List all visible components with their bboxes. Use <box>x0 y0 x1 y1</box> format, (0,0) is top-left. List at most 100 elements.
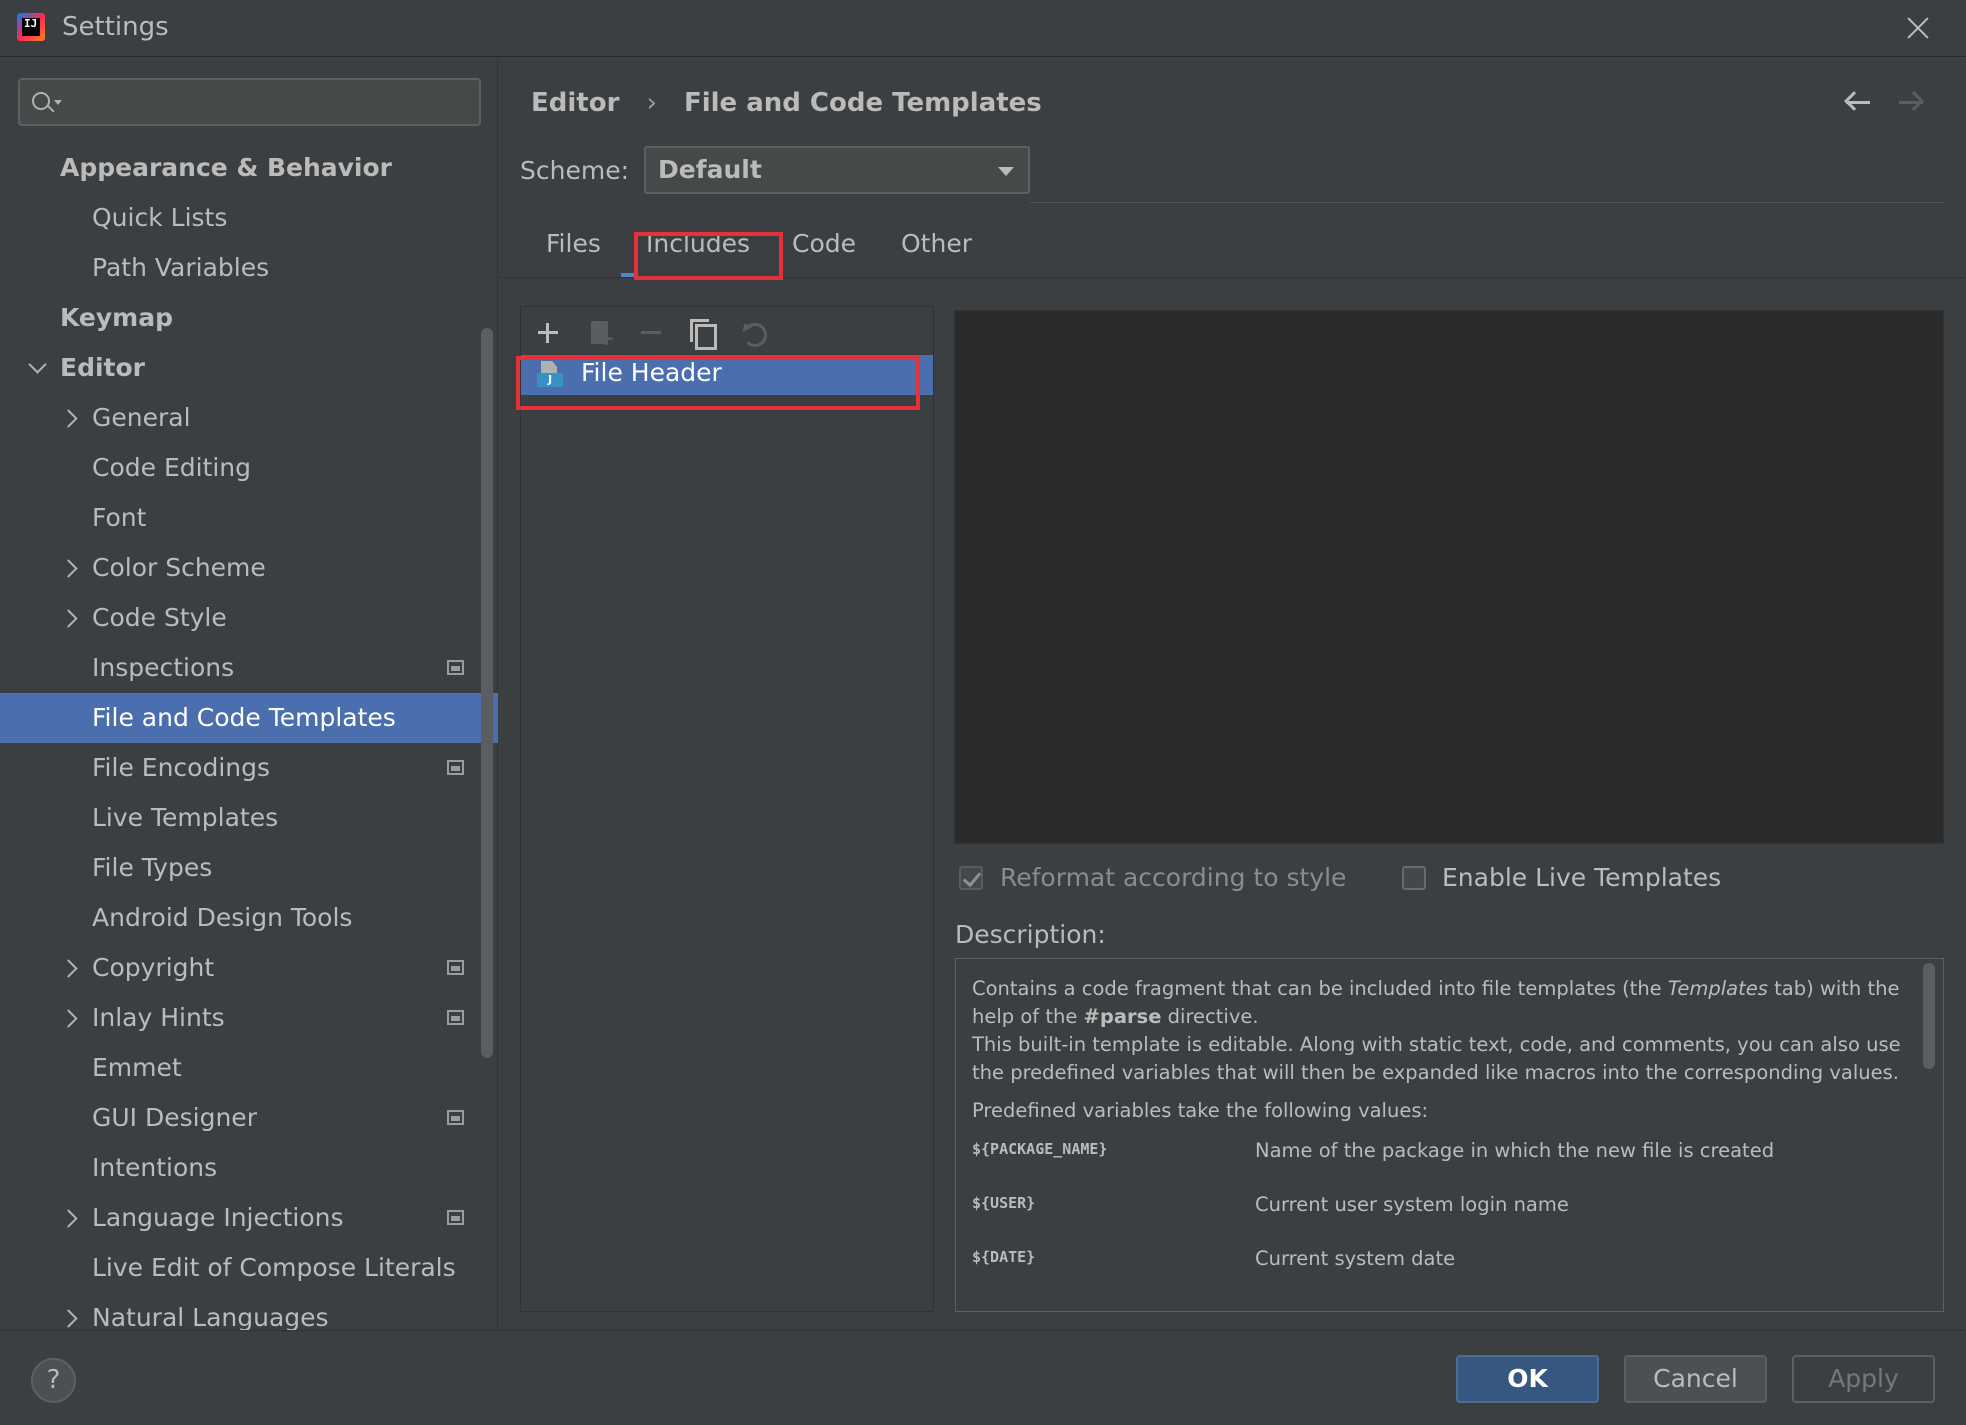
sidebar-item-copyright[interactable]: Copyright <box>0 943 480 993</box>
description-paragraph: Contains a code fragment that can be inc… <box>972 975 1912 1087</box>
description-italic: Templates <box>1667 977 1768 1000</box>
close-icon[interactable] <box>1900 10 1936 46</box>
cancel-button[interactable]: Cancel <box>1624 1355 1767 1403</box>
back-arrow-icon[interactable] <box>1842 88 1874 118</box>
live-templates-label: Enable Live Templates <box>1442 863 1722 892</box>
template-label: File Header <box>581 358 722 387</box>
chevron-right-icon[interactable] <box>58 943 78 993</box>
sidebar-item-label: Keymap <box>60 303 174 332</box>
sidebar-item-code-editing[interactable]: Code Editing <box>0 443 480 493</box>
description-text: Contains a code fragment that can be inc… <box>972 975 1912 1297</box>
sidebar-item-label: Inspections <box>92 653 235 682</box>
active-tab-indicator <box>621 273 635 277</box>
reformat-checkbox[interactable] <box>959 866 983 890</box>
description-text-part: Contains a code fragment that can be inc… <box>972 977 1668 1000</box>
variable-name: ${USER} <box>972 1194 1036 1212</box>
template-tabs: Files Includes Code Other <box>499 218 1966 278</box>
sidebar-item-editor[interactable]: Editor <box>0 343 480 393</box>
search-input[interactable] <box>72 86 472 118</box>
forward-arrow-icon[interactable] <box>1895 88 1927 118</box>
sidebar-item-label: Language Injections <box>92 1203 344 1232</box>
sidebar-item-label: General <box>92 403 191 432</box>
breadcrumb: Editor › File and Code Templates <box>531 88 1060 118</box>
minus-icon[interactable] <box>632 314 668 350</box>
chevron-right-icon[interactable] <box>58 543 78 593</box>
description-scrollbar[interactable] <box>1923 963 1935 1069</box>
settings-content: Editor › File and Code Templates Scheme:… <box>499 58 1966 1330</box>
chevron-right-icon[interactable] <box>58 393 78 443</box>
sidebar-item-keymap[interactable]: Keymap <box>0 293 480 343</box>
search-icon <box>32 92 50 110</box>
sidebar-item-quick-lists[interactable]: Quick Lists <box>0 193 480 243</box>
divider <box>1030 202 1945 203</box>
sidebar-item-file-encodings[interactable]: File Encodings <box>0 743 480 793</box>
sidebar-scrollbar[interactable] <box>481 328 493 1058</box>
search-options-caret-icon[interactable] <box>54 100 62 105</box>
sidebar-item-path-variables[interactable]: Path Variables <box>0 243 480 293</box>
ok-button[interactable]: OK <box>1456 1355 1599 1403</box>
project-level-icon <box>447 1010 464 1025</box>
sidebar-item-label: Live Edit of Compose Literals <box>92 1253 456 1282</box>
variable-row: ${PACKAGE_NAME} Name of the package in w… <box>972 1135 1912 1189</box>
tab-includes[interactable]: Includes <box>646 218 750 278</box>
add-child-icon[interactable] <box>582 314 618 350</box>
breadcrumb-parent[interactable]: Editor <box>531 88 619 118</box>
chevron-right-icon[interactable] <box>58 993 78 1043</box>
copy-icon[interactable] <box>682 314 718 350</box>
live-templates-checkbox[interactable] <box>1402 866 1426 890</box>
scheme-dropdown[interactable]: Default <box>644 146 1030 194</box>
plus-icon[interactable] <box>529 314 565 350</box>
list-item-file-header[interactable]: File Header <box>521 355 933 395</box>
java-file-icon <box>537 361 563 389</box>
tab-files[interactable]: Files <box>546 218 601 278</box>
sidebar-item-general[interactable]: General <box>0 393 480 443</box>
sidebar-item-label: Quick Lists <box>92 203 228 232</box>
sidebar-item-inspections[interactable]: Inspections <box>0 643 480 693</box>
sidebar-item-appearance-behavior[interactable]: Appearance & Behavior <box>0 143 480 193</box>
sidebar-item-live-edit-of-compose-literals[interactable]: Live Edit of Compose Literals <box>0 1243 480 1293</box>
project-level-icon <box>447 1210 464 1225</box>
sidebar-item-code-style[interactable]: Code Style <box>0 593 480 643</box>
description-label: Description: <box>955 920 1106 949</box>
search-box[interactable] <box>18 78 481 126</box>
tab-code[interactable]: Code <box>792 218 856 278</box>
sidebar-item-intentions[interactable]: Intentions <box>0 1143 480 1193</box>
description-paragraph: Predefined variables take the following … <box>972 1099 1429 1122</box>
sidebar-item-label: Code Style <box>92 603 227 632</box>
breadcrumb-separator: › <box>646 88 657 118</box>
sidebar-item-label: Editor <box>60 353 145 382</box>
project-level-icon <box>447 960 464 975</box>
template-list-panel: File Header <box>520 306 934 1312</box>
template-toolbar <box>521 307 933 353</box>
chevron-right-icon[interactable] <box>58 593 78 643</box>
undo-icon[interactable] <box>734 314 770 350</box>
sidebar-item-label: Copyright <box>92 953 215 982</box>
variable-desc: Name of the package in which the new fil… <box>1255 1139 1775 1162</box>
sidebar-item-emmet[interactable]: Emmet <box>0 1043 480 1093</box>
chevron-down-icon <box>998 167 1014 176</box>
sidebar-item-language-injections[interactable]: Language Injections <box>0 1193 480 1243</box>
sidebar-item-color-scheme[interactable]: Color Scheme <box>0 543 480 593</box>
sidebar-item-android-design-tools[interactable]: Android Design Tools <box>0 893 480 943</box>
sidebar-item-font[interactable]: Font <box>0 493 480 543</box>
sidebar-item-label: Color Scheme <box>92 553 266 582</box>
sidebar-item-live-templates[interactable]: Live Templates <box>0 793 480 843</box>
template-editor[interactable] <box>954 310 1944 844</box>
sidebar-item-label: Path Variables <box>92 253 270 282</box>
sidebar-item-inlay-hints[interactable]: Inlay Hints <box>0 993 480 1043</box>
sidebar-item-file-and-code-templates[interactable]: File and Code Templates <box>0 693 498 743</box>
variable-row: ${USER} Current user system login name <box>972 1189 1912 1243</box>
settings-sidebar: Appearance & Behavior Quick Lists Path Var… <box>0 58 498 1332</box>
sidebar-item-gui-designer[interactable]: GUI Designer <box>0 1093 480 1143</box>
settings-tree: Appearance & Behavior Quick Lists Path Var… <box>0 143 498 1343</box>
apply-button[interactable]: Apply <box>1792 1355 1935 1403</box>
dialog-footer: ? OK Cancel Apply <box>0 1330 1966 1425</box>
tab-other[interactable]: Other <box>901 218 972 278</box>
sidebar-item-file-types[interactable]: File Types <box>0 843 480 893</box>
chevron-right-icon[interactable] <box>58 1193 78 1243</box>
description-bold: #parse <box>1083 1005 1162 1028</box>
sidebar-item-label: Inlay Hints <box>92 1003 225 1032</box>
chevron-down-icon[interactable] <box>27 343 47 393</box>
help-button[interactable]: ? <box>31 1358 76 1403</box>
reformat-label: Reformat according to style <box>1000 863 1347 892</box>
